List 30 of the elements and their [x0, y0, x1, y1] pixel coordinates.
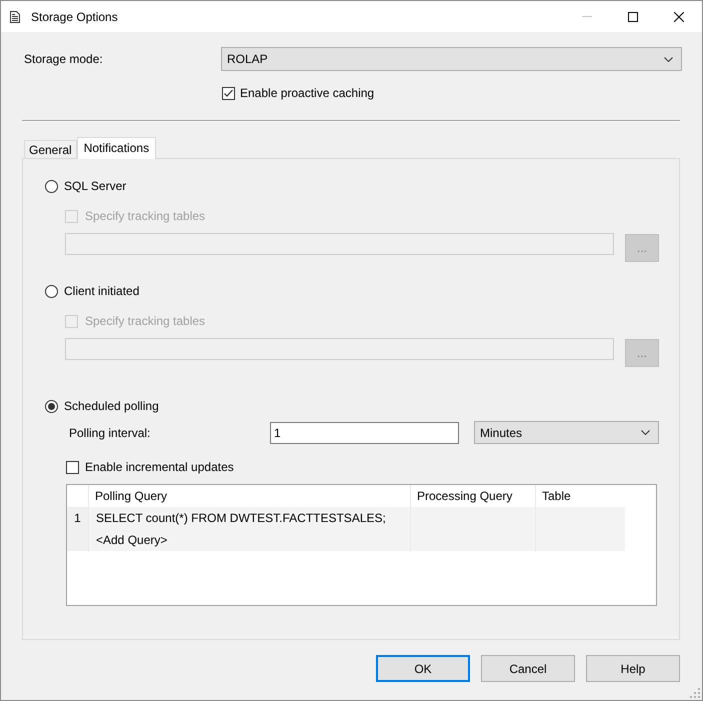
window-title: Storage Options [31, 10, 119, 24]
checkbox-label: Specify tracking tables [85, 209, 206, 223]
chevron-down-icon [641, 430, 650, 435]
dialog-button[interactable]: OK [376, 655, 470, 682]
row-header: 1 [67, 507, 88, 530]
tab[interactable]: General [24, 140, 77, 158]
tab[interactable]: Notifications [76, 137, 156, 159]
dialog-button[interactable]: Help [586, 655, 680, 682]
table-cell[interactable]: SELECT count(*) FROM DWTEST.FACTTESTSALES; [88, 507, 410, 530]
radio-label: SQL Server [64, 179, 126, 193]
radio-button[interactable] [45, 400, 58, 412]
radio-label: Client initiated [64, 284, 140, 298]
checkbox-label: Enable proactive caching [240, 86, 374, 100]
dialog-button[interactable]: Cancel [481, 655, 575, 682]
chevron-down-icon [664, 56, 673, 62]
field-label: Polling interval: [69, 426, 152, 440]
checkbox[interactable] [66, 460, 79, 474]
radio-label: Scheduled polling [64, 399, 159, 413]
radio-button[interactable] [45, 180, 58, 192]
radio-button[interactable] [45, 284, 58, 298]
field-label: Storage mode: [23, 52, 104, 66]
checkbox-label: Enable incremental updates [85, 460, 234, 474]
document-icon [10, 10, 20, 22]
interval-unit-dropdown[interactable]: Minutes [474, 421, 659, 444]
checkbox-label: Specify tracking tables [85, 314, 206, 328]
polling-interval-field[interactable]: 1 [270, 422, 459, 444]
table-cell[interactable]: <Add Query> [88, 529, 410, 552]
checkbox[interactable] [222, 86, 235, 100]
storage-mode-dropdown[interactable]: ROLAP [221, 47, 682, 71]
resize-grip-icon[interactable] [690, 688, 700, 698]
